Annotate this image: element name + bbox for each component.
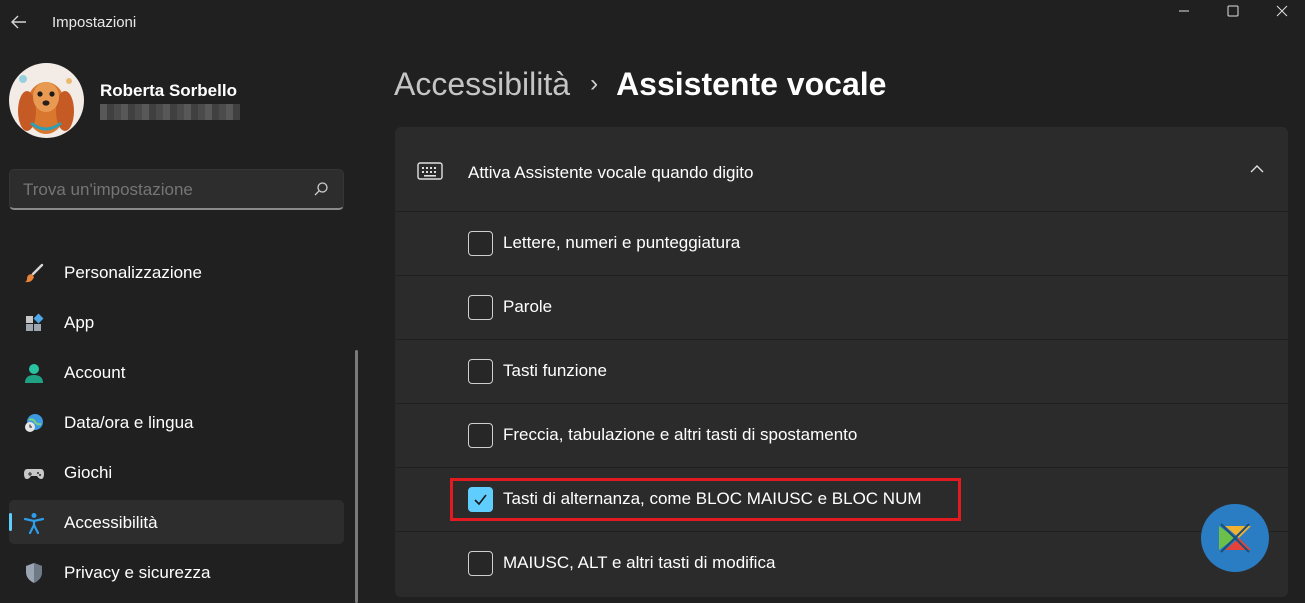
option-checkbox[interactable] <box>468 423 493 448</box>
option-row[interactable]: Parole <box>395 276 1288 339</box>
option-checkbox[interactable] <box>468 551 493 576</box>
selection-indicator <box>9 513 12 531</box>
sidebar-item-app[interactable]: App <box>9 300 344 344</box>
back-button[interactable] <box>6 8 32 36</box>
option-label: Parole <box>503 297 553 316</box>
sidebar-item-data-ora-lingua[interactable]: Data/ora e lingua <box>9 400 344 444</box>
site-logo-badge <box>1201 504 1269 572</box>
option-row[interactable]: MAIUSC, ALT e altri tasti di modifica <box>395 532 1288 597</box>
sidebar-item-personalizzazione[interactable]: Personalizzazione <box>9 250 344 294</box>
brush-icon <box>25 263 44 283</box>
globe-clock-icon <box>25 414 43 432</box>
close-icon <box>1276 5 1288 17</box>
close-button[interactable] <box>1259 0 1305 26</box>
breadcrumb-parent-link[interactable]: Accessibilità <box>394 66 570 102</box>
page-title: Assistente vocale <box>616 66 887 102</box>
highlight-box <box>450 478 961 521</box>
account-icon <box>25 364 43 383</box>
sidebar-item-privacy-sicurezza[interactable]: Privacy e sicurezza <box>9 550 344 594</box>
option-checkbox[interactable] <box>468 295 493 320</box>
user-name: Roberta Sorbello <box>100 81 237 100</box>
logo-icon <box>1219 523 1251 553</box>
option-row[interactable]: Lettere, numeri e punteggiatura <box>395 212 1288 275</box>
back-arrow-icon <box>11 15 26 29</box>
minimize-button[interactable] <box>1161 0 1207 26</box>
avatar[interactable] <box>9 63 84 138</box>
shield-icon <box>26 563 42 583</box>
chevron-right-icon: › <box>590 70 599 97</box>
chevron-up-icon[interactable] <box>1249 163 1265 175</box>
accessibility-icon <box>23 513 45 534</box>
sidebar-scrollbar[interactable] <box>355 350 358 603</box>
minimize-icon <box>1179 10 1189 12</box>
sidebar-item-label: Privacy e sicurezza <box>64 563 211 582</box>
sidebar-item-accessibilita[interactable]: Accessibilità <box>9 500 344 544</box>
option-checkbox[interactable] <box>468 359 493 384</box>
maximize-button[interactable] <box>1210 0 1256 26</box>
app-title: Impostazioni <box>52 14 137 31</box>
sidebar-item-label: App <box>64 313 95 332</box>
option-label: Tasti funzione <box>503 361 607 380</box>
search-icon[interactable] <box>313 181 329 197</box>
option-label: Freccia, tabulazione e altri tasti di sp… <box>503 425 858 444</box>
option-checkbox[interactable] <box>468 231 493 256</box>
dog-portrait-icon <box>9 63 84 138</box>
gamepad-icon <box>24 469 44 479</box>
sidebar-item-label: Data/ora e lingua <box>64 413 194 432</box>
user-email-redacted <box>100 104 240 120</box>
option-label: MAIUSC, ALT e altri tasti di modifica <box>503 553 776 572</box>
option-row[interactable]: Freccia, tabulazione e altri tasti di sp… <box>395 404 1288 467</box>
title-bar: Impostazioni <box>0 0 1305 46</box>
sidebar-item-label: Giochi <box>64 463 113 482</box>
option-row[interactable]: Tasti funzione <box>395 340 1288 403</box>
sidebar-item-label: Accessibilità <box>64 513 158 532</box>
keyboard-icon <box>417 162 443 180</box>
breadcrumb: Accessibilità › Assistente vocale <box>394 66 886 106</box>
settings-window: Impostazioni Roberta Sorbello Trova un'i… <box>0 0 1305 603</box>
narrator-typing-card: Attiva Assistente vocale quando digito L… <box>395 127 1288 597</box>
sidebar-item-label: Personalizzazione <box>64 263 202 282</box>
maximize-icon <box>1227 5 1239 17</box>
card-header-expander[interactable]: Attiva Assistente vocale quando digito <box>395 127 1288 211</box>
apps-icon <box>26 313 44 331</box>
search-box[interactable] <box>9 169 344 210</box>
card-title: Attiva Assistente vocale quando digito <box>468 163 754 182</box>
search-input[interactable] <box>23 180 293 200</box>
sidebar-item-label: Account <box>64 363 126 382</box>
option-label: Lettere, numeri e punteggiatura <box>503 233 741 252</box>
sidebar-item-account[interactable]: Account <box>9 350 344 394</box>
sidebar-item-giochi[interactable]: Giochi <box>9 450 344 494</box>
